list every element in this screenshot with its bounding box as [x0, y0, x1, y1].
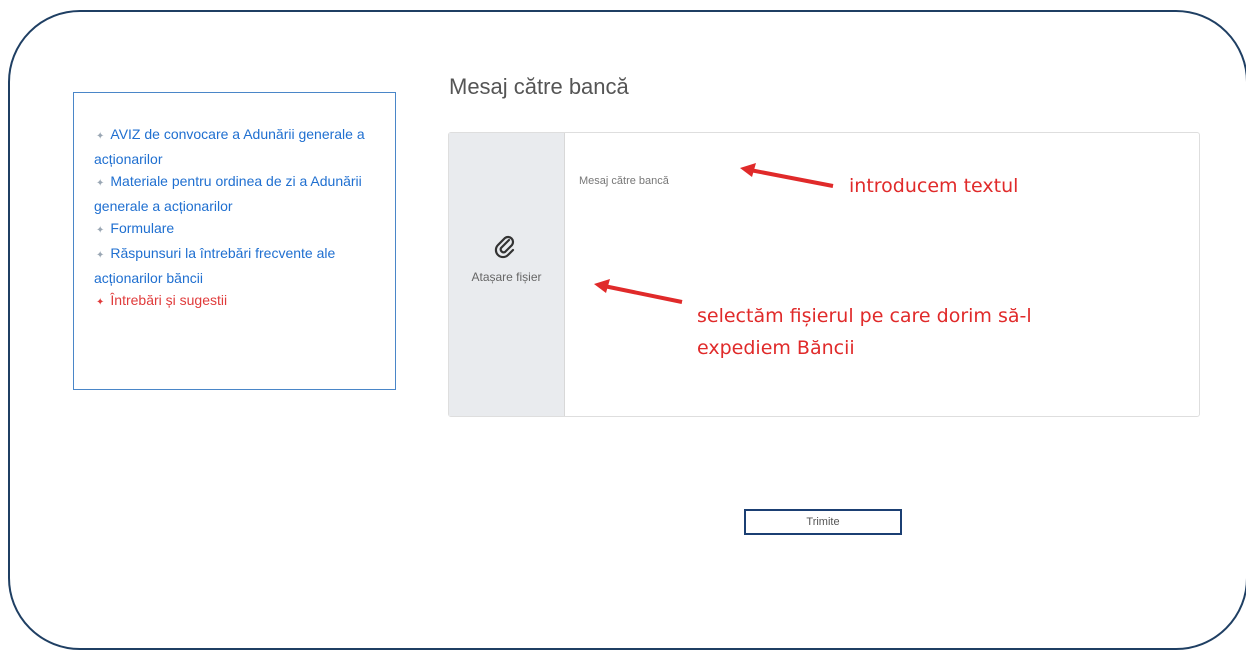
sidebar-item-label: Răspunsuri la întrebări frecvente ale ac… — [94, 245, 336, 286]
sidebar-item-formulare[interactable]: ✦ Formulare — [94, 217, 383, 242]
sidebar-item-intrebari[interactable]: ✦ Întrebări și sugestii — [94, 289, 383, 314]
bullet-icon: ✦ — [96, 131, 105, 142]
paperclip-icon — [494, 235, 515, 259]
page-title: Mesaj către bancă — [449, 74, 629, 99]
bullet-icon: ✦ — [96, 297, 105, 308]
sidebar-item-label: Formulare — [110, 220, 175, 236]
annotation-file-hint-line2: expediem Băncii — [697, 337, 855, 359]
sidebar-item-label: AVIZ de convocare a Adunării generale a … — [94, 126, 365, 167]
bullet-icon: ✦ — [96, 250, 105, 261]
sidebar-item-label: Materiale pentru ordinea de zi a Adunări… — [94, 173, 362, 214]
sidebar-item-aviz[interactable]: ✦ AVIZ de convocare a Adunării generale a… — [94, 123, 383, 170]
bullet-icon: ✦ — [96, 178, 105, 189]
sidebar-menu: ✦ AVIZ de convocare a Adunării generale a… — [73, 92, 396, 390]
sidebar-item-raspunsuri[interactable]: ✦ Răspunsuri la întrebări frecvente ale a… — [94, 242, 383, 289]
bullet-icon: ✦ — [96, 225, 105, 236]
submit-button[interactable]: Trimite — [744, 509, 902, 535]
annotation-file-hint-line1: selectăm fișierul pe care dorim să-l — [697, 305, 1032, 327]
arrow-to-attach-icon — [594, 279, 683, 304]
sidebar-item-materiale[interactable]: ✦ Materiale pentru ordinea de zi a Adunăr… — [94, 170, 383, 217]
arrow-to-message-icon — [740, 163, 834, 188]
annotation-text-hint: introducem textul — [849, 175, 1019, 197]
attach-file-button[interactable]: Atașare fișier — [449, 133, 565, 416]
sidebar-item-label: Întrebări și sugestii — [110, 292, 228, 308]
attach-file-label: Atașare fișier — [471, 270, 542, 284]
